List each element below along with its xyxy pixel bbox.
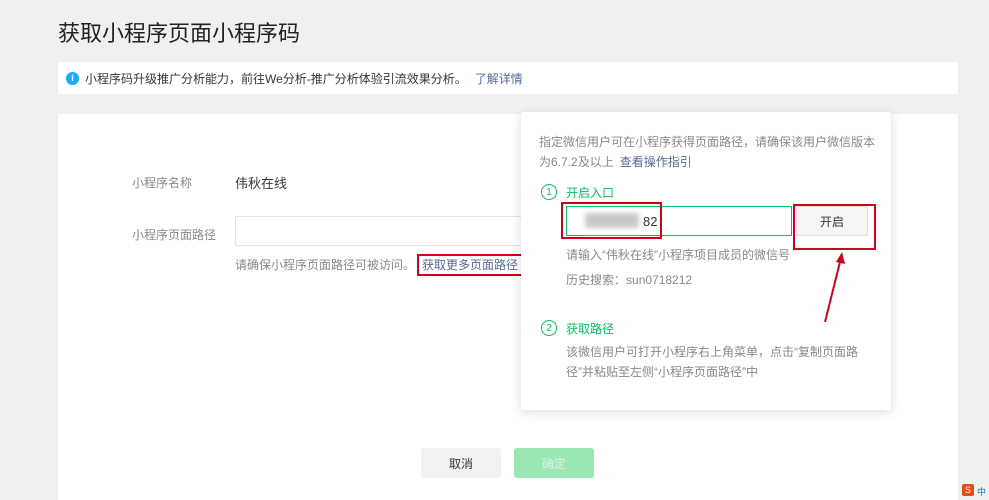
search-history: 历史搜索：sun0718212 (566, 271, 692, 288)
wechat-id-hint: 请输入“伟秋在线”小程序项目成员的微信号 (566, 248, 790, 262)
notice-bar: i 小程序码升级推广分析能力，前往We分析-推广分析体验引流效果分析。 了解详情 (58, 62, 958, 94)
info-icon: i (66, 71, 79, 85)
path-hint: 请确保小程序页面路径可被访问。 获取更多页面路径 (235, 254, 524, 276)
view-guide-link[interactable]: 查看操作指引 (620, 155, 692, 169)
step-1-number: 1 (541, 184, 557, 200)
path-hint-text: 请确保小程序页面路径可被访问。 (235, 258, 416, 272)
page-path-label: 小程序页面路径 (132, 228, 217, 242)
history-label: 历史搜索： (566, 273, 627, 287)
step-2-title: 获取路径 (566, 322, 615, 336)
page-path-input[interactable] (235, 216, 535, 246)
open-entry-button[interactable]: 开启 (796, 206, 868, 236)
step-1-title: 开启入口 (566, 186, 615, 200)
history-item[interactable]: sun0718212 (626, 273, 692, 287)
mini-program-name-label: 小程序名称 (132, 176, 193, 190)
popover-description: 指定微信用户可在小程序获得页面路径，请确保该用户微信版本为6.7.2及以上 查看操… (539, 132, 879, 172)
blurred-wechat-id (585, 213, 639, 228)
popover-description-text: 指定微信用户可在小程序获得页面路径，请确保该用户微信版本为6.7.2及以上 (539, 135, 876, 169)
get-more-paths-link[interactable]: 获取更多页面路径 (417, 254, 524, 276)
mini-program-name-value: 伟秋在线 (235, 176, 288, 191)
ime-mode-text: 中 (977, 487, 987, 497)
notice-text: 小程序码升级推广分析能力，前往We分析-推广分析体验引流效果分析。 (85, 71, 467, 86)
red-arrow-icon (824, 252, 845, 323)
step-2-number: 2 (541, 320, 557, 336)
page-title: 获取小程序页面小程序码 (58, 21, 301, 46)
confirm-button[interactable]: 确定 (514, 448, 594, 478)
learn-more-link[interactable]: 了解详情 (475, 70, 523, 87)
step-2-description: 该微信用户可打开小程序右上角菜单，点击“复制页面路径”并粘贴至左侧“小程序页面路… (566, 345, 858, 379)
cancel-button[interactable]: 取消 (421, 448, 501, 478)
ime-badge-icon: S (962, 484, 974, 496)
